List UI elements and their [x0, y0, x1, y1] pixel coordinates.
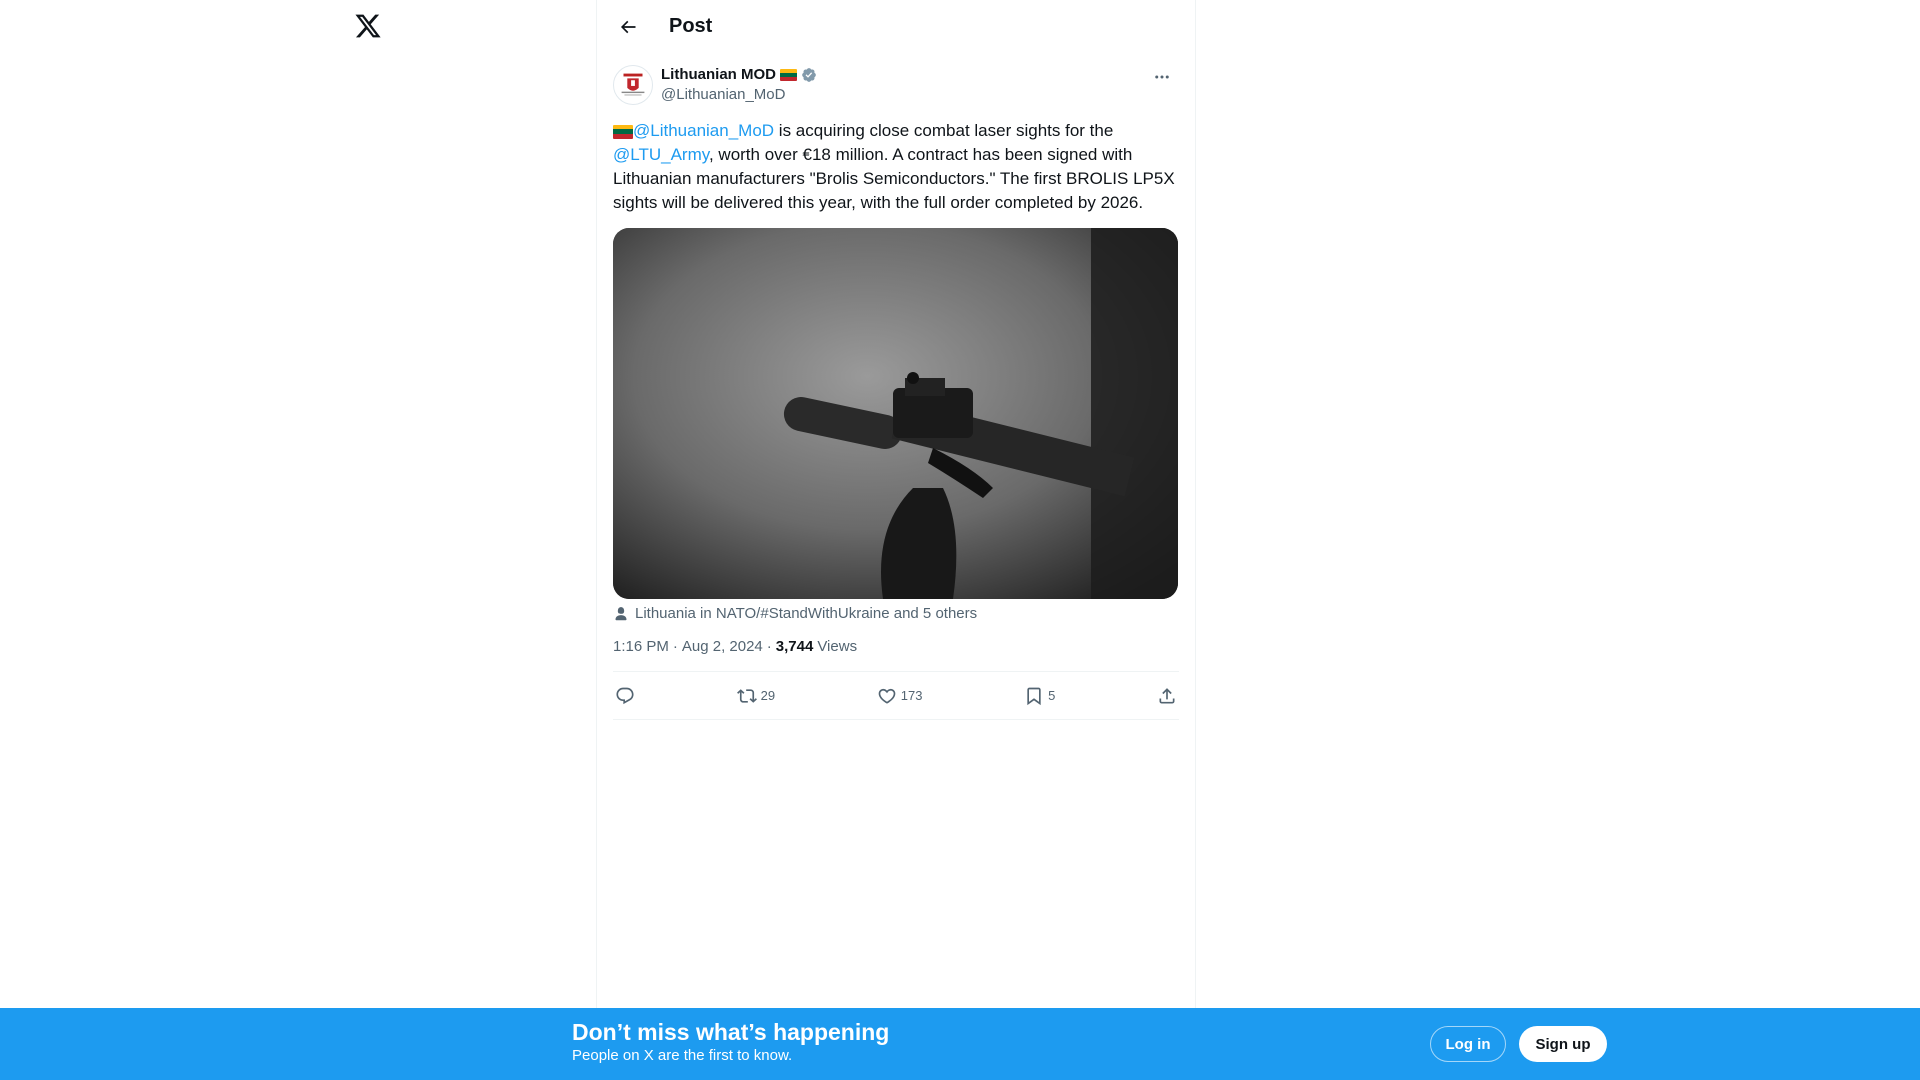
more-icon[interactable] — [1145, 67, 1179, 87]
post-image[interactable] — [613, 228, 1178, 599]
post-date[interactable]: Aug 2, 2024 — [682, 638, 763, 655]
share-icon — [1159, 687, 1175, 703]
like-count: 173 — [900, 688, 923, 703]
share-button[interactable] — [1157, 686, 1177, 706]
verified-icon — [802, 68, 816, 82]
post-meta: 1:16 PM · Aug 2, 2024 · 3,744 Views — [613, 638, 1179, 672]
retweet-icon — [736, 688, 757, 703]
avatar[interactable] — [613, 65, 653, 105]
post-text: @Lithuanian_MoD is acquiring close comba… — [613, 119, 1179, 215]
x-logo-icon[interactable] — [354, 12, 382, 40]
main-column: Post Lithuanian MOD @Lithuanian_MoD @Lit… — [596, 0, 1196, 1080]
post: Lithuanian MOD @Lithuanian_MoD @Lithuani… — [597, 53, 1195, 720]
retweet-count: 29 — [760, 688, 776, 703]
author-row: Lithuanian MOD @Lithuanian_MoD — [613, 53, 1179, 105]
reply-button[interactable] — [615, 686, 635, 706]
post-text-part: is acquiring close combat laser sights f… — [774, 121, 1114, 140]
left-rail — [340, 0, 596, 1080]
views-count: 3,744 — [775, 638, 814, 655]
views-label: Views — [817, 638, 858, 655]
action-bar: 29 173 5 — [613, 672, 1179, 720]
login-button[interactable]: Log in — [1430, 1026, 1506, 1062]
like-icon — [878, 688, 896, 704]
banner-title: Don’t miss what’s happening — [572, 1019, 890, 1045]
mention-ltu-army[interactable]: @LTU_Army — [613, 145, 709, 164]
post-time[interactable]: 1:16 PM — [613, 638, 669, 655]
author-info: Lithuanian MOD @Lithuanian_MoD — [661, 65, 817, 105]
reply-icon — [616, 687, 634, 704]
bookmark-count: 5 — [1048, 688, 1056, 703]
author-name-row: Lithuanian MOD — [661, 65, 817, 85]
person-icon — [615, 606, 627, 620]
mention-lithuanian-mod[interactable]: @Lithuanian_MoD — [633, 121, 774, 140]
signup-banner: Don’t miss what’s happening People on X … — [0, 1008, 1920, 1080]
signup-button[interactable]: Sign up — [1519, 1026, 1607, 1062]
like-button[interactable]: 173 — [877, 686, 923, 706]
lithuania-flag-icon — [613, 124, 633, 139]
banner-subtitle: People on X are the first to know. — [572, 1047, 793, 1064]
bookmark-icon — [1027, 687, 1041, 705]
lithuania-flag-icon — [780, 69, 797, 81]
tagged-text: Lithuania in NATO/#StandWithUkraine and … — [635, 605, 978, 622]
bookmark-button[interactable]: 5 — [1024, 686, 1055, 706]
author-handle[interactable]: @Lithuanian_MoD — [661, 85, 817, 105]
banner-text: Don’t miss what’s happening People on X … — [572, 1018, 889, 1066]
topbar: Post — [597, 0, 1195, 53]
author-name[interactable]: Lithuanian MOD — [661, 65, 776, 85]
back-arrow-icon[interactable] — [611, 10, 645, 44]
tagged-users[interactable]: Lithuania in NATO/#StandWithUkraine and … — [613, 605, 1179, 622]
retweet-button[interactable]: 29 — [736, 686, 776, 706]
page-title: Post — [669, 15, 713, 37]
